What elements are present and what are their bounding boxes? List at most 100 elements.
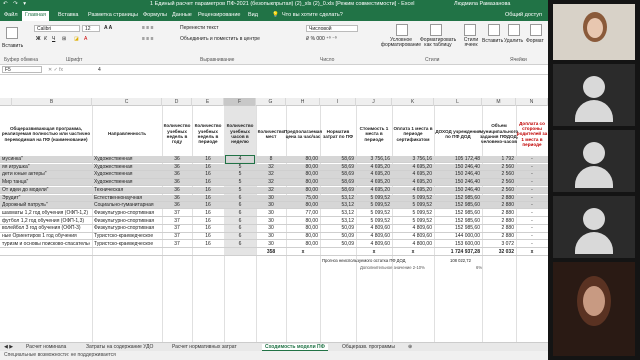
table-cell[interactable]: 2 880 (484, 233, 514, 240)
table-cell[interactable]: - (518, 241, 546, 248)
table-cell[interactable]: 75,00 (288, 195, 318, 202)
fill-color-icon[interactable]: ◪ (74, 36, 79, 42)
total-places[interactable]: 358 (258, 249, 284, 256)
table-cell[interactable]: 6 (226, 241, 254, 248)
table-cell[interactable]: 2 560 (484, 171, 514, 178)
table-cell[interactable]: 150 246,40 (436, 187, 480, 194)
sheet-tab[interactable]: Затраты на содержание УДО (86, 344, 153, 350)
table-cell[interactable]: 4 695,20 (394, 187, 432, 194)
table-cell[interactable]: 50,09 (322, 233, 354, 240)
table-cell[interactable]: - (518, 156, 546, 163)
table-cell[interactable]: 4 809,60 (394, 225, 432, 232)
accessibility-status[interactable]: Специальные возможности: не поддерживает… (4, 352, 116, 358)
table-cell[interactable]: 152 985,60 (436, 202, 480, 209)
table-cell[interactable]: 1 792 (484, 156, 514, 163)
font-grow-icon[interactable]: A A (104, 25, 112, 31)
table-cell[interactable]: 80,00 (288, 187, 318, 194)
table-cell[interactable]: 58,69 (322, 171, 354, 178)
table-cell[interactable]: 37 (164, 210, 190, 217)
table-cell[interactable]: 2 880 (484, 225, 514, 232)
column-header[interactable]: M (482, 98, 516, 106)
table-cell[interactable]: - (518, 225, 546, 232)
table-cell[interactable]: 8 (258, 156, 284, 163)
table-cell[interactable]: 152 985,60 (436, 195, 480, 202)
table-cell[interactable]: Дорожный патруль" (2, 202, 90, 209)
table-cell[interactable]: 36 (164, 171, 190, 178)
table-cell[interactable]: Художественная (94, 179, 160, 186)
table-cell[interactable]: 36 (164, 156, 190, 163)
table-cell[interactable]: волейбол 3 год обучения (ОФП-3) (2, 225, 90, 232)
table-cell[interactable]: 36 (164, 195, 190, 202)
additional-value[interactable]: 6% (476, 264, 482, 271)
align-left-icon[interactable]: ≡ ≡ ≡ (142, 36, 154, 42)
video-tile-participant[interactable] (553, 196, 635, 258)
table-cell[interactable]: 2 880 (484, 202, 514, 209)
table-cell[interactable]: 5 099,52 (358, 218, 390, 225)
quick-access-toolbar[interactable]: ↶ ↷ ▾ (3, 1, 28, 7)
video-tile-participant-camera[interactable] (553, 262, 635, 356)
video-tile-presenter[interactable] (553, 4, 635, 60)
table-cell[interactable]: 5 099,52 (358, 210, 390, 217)
sheet-tab[interactable]: Расчет нормативных затрат (172, 344, 237, 350)
table-cell[interactable]: 37 (164, 233, 190, 240)
cell-styles-button[interactable]: Стили ячеек (462, 38, 480, 48)
table-cell[interactable]: 3 072 (484, 241, 514, 248)
table-cell[interactable]: 2 560 (484, 179, 514, 186)
table-cell[interactable]: 36 (164, 179, 190, 186)
table-cell[interactable]: 16 (194, 218, 222, 225)
table-cell[interactable]: 4 809,60 (358, 225, 390, 232)
table-cell[interactable]: Естественнонаучная (94, 195, 160, 202)
table-cell[interactable]: 6 (226, 225, 254, 232)
align-top-icon[interactable]: ≡ ≡ ≡ (142, 25, 154, 31)
table-cell[interactable]: 80,00 (288, 218, 318, 225)
table-cell[interactable]: 53,12 (322, 218, 354, 225)
column-header[interactable]: C (92, 98, 162, 106)
tab-file[interactable]: Файл (4, 12, 18, 18)
table-cell[interactable]: 36 (164, 164, 190, 171)
table-cell[interactable]: 2 560 (484, 164, 514, 171)
table-cell[interactable]: 4 695,20 (358, 171, 390, 178)
tab-data[interactable]: Данные (172, 12, 192, 18)
table-cell[interactable]: Туристско-краеведческое (94, 233, 160, 240)
table-cell[interactable]: 30 (258, 233, 284, 240)
table-cell[interactable]: 16 (194, 195, 222, 202)
table-cell[interactable]: 30 (258, 218, 284, 225)
table-cell[interactable]: 6 (226, 233, 254, 240)
table-cell[interactable]: 36 (164, 202, 190, 209)
column-header[interactable]: N (516, 98, 548, 106)
table-cell[interactable]: шахматы 1,2 год обучения (ОФП-1,2) (2, 210, 90, 217)
table-cell[interactable]: Техническая (94, 187, 160, 194)
table-cell[interactable]: 144 000,00 (436, 233, 480, 240)
column-header[interactable]: J (356, 98, 392, 106)
sheet-nav-arrows[interactable]: ◀ ▶ (4, 344, 13, 350)
table-cell[interactable]: Физкультурно-спортивная (94, 210, 160, 217)
name-box[interactable]: F5 (2, 66, 42, 73)
table-cell[interactable]: - (518, 202, 546, 209)
column-header[interactable]: G (256, 98, 286, 106)
table-cell[interactable]: 4 809,60 (358, 233, 390, 240)
tab-review[interactable]: Рецензирование (198, 12, 240, 18)
video-tile-participant[interactable] (553, 64, 635, 126)
table-cell[interactable]: 4 800,00 (394, 241, 432, 248)
table-cell[interactable]: 2 880 (484, 218, 514, 225)
tab-formulas[interactable]: Формулы (143, 12, 167, 18)
paste-button[interactable]: Вставить (2, 43, 23, 49)
table-cell[interactable]: 5 (226, 171, 254, 178)
fx-icon[interactable]: ✕ ✓ fx (48, 67, 63, 73)
table-cell[interactable]: 3 756,16 (358, 156, 390, 163)
table-cell[interactable]: 16 (194, 210, 222, 217)
table-cell[interactable]: 36 (164, 187, 190, 194)
insert-cells-button[interactable]: Вставить (482, 38, 503, 44)
table-cell[interactable]: - (518, 218, 546, 225)
column-header[interactable]: E (192, 98, 224, 106)
total-volume[interactable]: 32 032 (484, 249, 514, 256)
table-cell[interactable]: - (518, 187, 546, 194)
table-cell[interactable]: 50,09 (322, 241, 354, 248)
table-cell[interactable]: 2 560 (484, 187, 514, 194)
table-cell[interactable]: - (518, 233, 546, 240)
table-cell[interactable]: 6 (226, 195, 254, 202)
table-cell[interactable]: 153 600,00 (436, 241, 480, 248)
table-cell[interactable]: 5 099,52 (358, 195, 390, 202)
table-cell[interactable]: 30 (258, 241, 284, 248)
select-all-corner[interactable] (0, 98, 12, 106)
